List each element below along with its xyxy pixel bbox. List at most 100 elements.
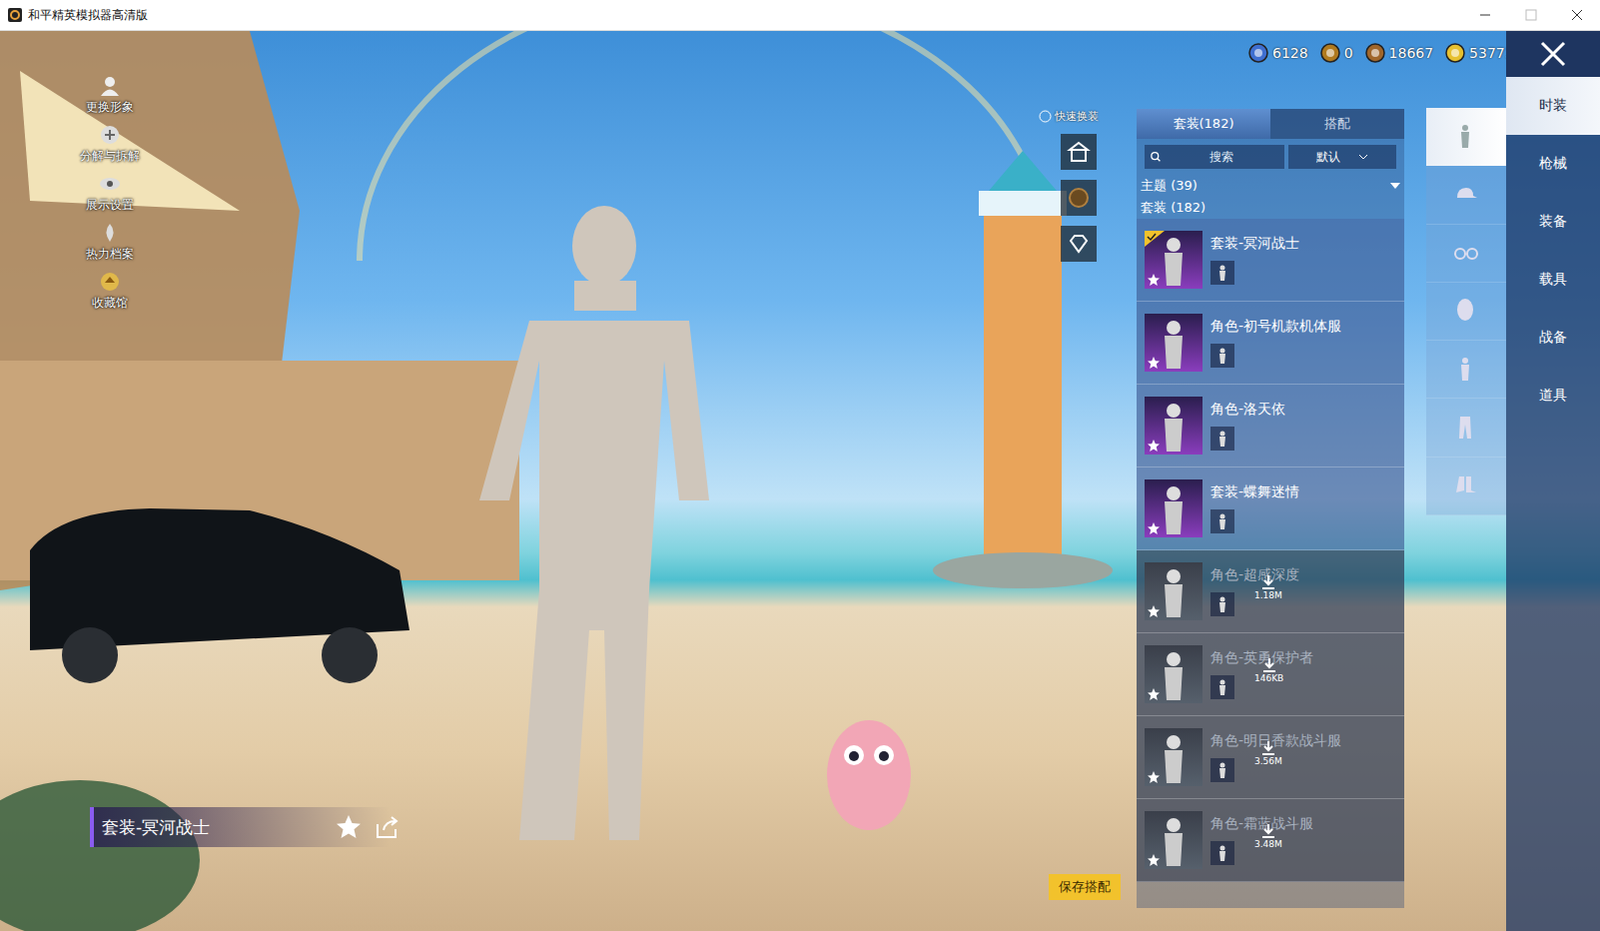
outfit-part-icon	[1215, 430, 1230, 447]
wardrobe-button[interactable]	[1060, 133, 1097, 170]
favorite-star-icon[interactable]	[335, 813, 362, 840]
minimize-button[interactable]	[1462, 0, 1509, 30]
slot-tab[interactable]	[1426, 224, 1507, 283]
search-icon	[1150, 150, 1161, 163]
slot-icon	[1453, 414, 1480, 441]
outfit-thumbnail	[1144, 313, 1203, 372]
window-title: 和平精英模拟器高清版	[27, 6, 1463, 24]
slot-tab[interactable]	[1426, 107, 1507, 166]
slot-tab[interactable]	[1426, 282, 1507, 341]
outfit-part	[1210, 675, 1235, 700]
coin-icon	[1320, 42, 1341, 63]
panel-tab[interactable]: 套装(182)	[1136, 108, 1271, 139]
share-icon[interactable]	[373, 813, 400, 840]
outfit-part	[1210, 758, 1235, 783]
category-tab[interactable]: 道具	[1506, 366, 1600, 425]
side-menu-item[interactable]: 更换形象	[69, 74, 150, 116]
theme-header[interactable]: 主题 (39)	[1136, 174, 1405, 197]
outfit-row[interactable]: 角色-霜蓝战斗服3.48M	[1136, 799, 1405, 882]
panel-tabs: 套装(182)搭配	[1136, 108, 1405, 139]
download-indicator: 146KB	[1254, 657, 1284, 684]
category-tab[interactable]: 载具	[1506, 250, 1600, 309]
download-indicator: 3.48M	[1254, 822, 1283, 849]
side-menu-icon	[98, 221, 121, 244]
outfit-part-icon	[1215, 844, 1230, 861]
slot-icon	[1453, 297, 1480, 324]
outfit-list: 套装-冥河战士角色-初号机款机体服角色-洛天依套装-蝶舞迷情角色-超感深度1.1…	[1136, 218, 1405, 908]
star-icon	[1147, 853, 1160, 866]
slot-tab[interactable]	[1426, 165, 1507, 224]
currency: 0	[1320, 42, 1354, 63]
outfit-row[interactable]: 套装-蝶舞迷情	[1136, 467, 1405, 551]
outfit-thumbnail	[1144, 396, 1203, 455]
star-icon	[1147, 439, 1160, 452]
category-tab[interactable]: 时装	[1506, 76, 1600, 135]
side-menu-icon	[98, 172, 121, 195]
outfit-part-icon	[1215, 264, 1230, 281]
equipped-check-icon	[1144, 230, 1165, 247]
side-menu-item[interactable]: 展示设置	[69, 172, 150, 214]
side-menu-item[interactable]: 收藏馆	[69, 270, 150, 312]
title-bar: 和平精英模拟器高清版	[0, 0, 1600, 31]
save-button[interactable]: 保存搭配	[1048, 873, 1121, 900]
outfit-part	[1210, 426, 1235, 451]
currency: 18667	[1365, 42, 1435, 63]
side-menu-item[interactable]: 热力档案	[69, 221, 150, 263]
outfit-row[interactable]: 角色-超感深度1.18M	[1136, 550, 1405, 634]
outfit-part	[1210, 840, 1235, 865]
suit-header: 套装 (182)	[1136, 196, 1405, 219]
outfit-row[interactable]: 角色-明日香款战斗服3.56M	[1136, 716, 1405, 800]
slot-tab[interactable]	[1426, 340, 1507, 399]
outfit-part	[1210, 343, 1235, 368]
coin-icon	[1248, 42, 1269, 63]
star-icon	[1147, 605, 1160, 618]
badge-button[interactable]	[1060, 179, 1097, 216]
currency: 6128	[1248, 42, 1309, 63]
panel-tab[interactable]: 搭配	[1270, 108, 1405, 139]
outfit-row[interactable]: 角色-初号机款机体服	[1136, 301, 1405, 385]
side-menu-item[interactable]: 分解与拆解	[69, 123, 150, 165]
close-window-button[interactable]	[1554, 0, 1600, 30]
chevron-down-icon	[1358, 153, 1369, 160]
slot-tab[interactable]	[1426, 398, 1507, 457]
coin-icon	[1445, 42, 1466, 63]
outfit-row[interactable]: 套装-冥河战士	[1136, 218, 1405, 302]
outfit-row[interactable]: 角色-洛天依	[1136, 384, 1405, 468]
star-icon	[1147, 688, 1160, 701]
search-input[interactable]	[1164, 148, 1279, 165]
category-tab[interactable]: 装备	[1506, 192, 1600, 251]
currency-bar: 6128 0 18667 53773	[1248, 42, 1515, 63]
category-column: 时装枪械装备载具战备道具	[1506, 30, 1600, 931]
game-scene: 更换形象分解与拆解展示设置热力档案收藏馆612801866753773快速换装套…	[0, 30, 1600, 931]
diamond-button[interactable]	[1060, 225, 1097, 262]
download-icon	[1260, 822, 1277, 839]
slot-tab[interactable]	[1426, 457, 1507, 516]
side-menu-icon	[98, 123, 121, 146]
category-tab[interactable]: 战备	[1506, 308, 1600, 367]
download-indicator: 1.18M	[1254, 574, 1283, 601]
outfit-thumbnail	[1144, 479, 1203, 538]
download-icon	[1260, 574, 1277, 591]
outfit-thumbnail	[1144, 645, 1203, 704]
outfit-part-icon	[1215, 513, 1230, 530]
maximize-icon	[1525, 8, 1538, 21]
currency: 53773	[1445, 42, 1515, 63]
outfit-part-icon	[1215, 679, 1230, 696]
side-menu-icon	[98, 74, 121, 97]
outfit-part-icon	[1215, 762, 1230, 779]
star-icon	[1147, 522, 1160, 535]
download-icon	[1261, 657, 1278, 674]
star-icon	[1147, 273, 1160, 286]
outfit-part	[1210, 509, 1235, 534]
maximize-button[interactable]	[1508, 0, 1555, 30]
star-icon	[1147, 771, 1160, 784]
outfit-thumbnail	[1144, 810, 1203, 869]
category-tab[interactable]: 枪械	[1506, 134, 1600, 193]
outfit-part	[1210, 260, 1235, 285]
slot-icon	[1453, 123, 1480, 150]
sort-dropdown[interactable]: 默认	[1288, 144, 1397, 169]
outfit-part-icon	[1215, 347, 1230, 364]
close-button[interactable]	[1506, 30, 1600, 77]
dropdown-icon	[1390, 182, 1401, 189]
outfit-row[interactable]: 角色-英勇保护者146KB	[1136, 633, 1405, 717]
